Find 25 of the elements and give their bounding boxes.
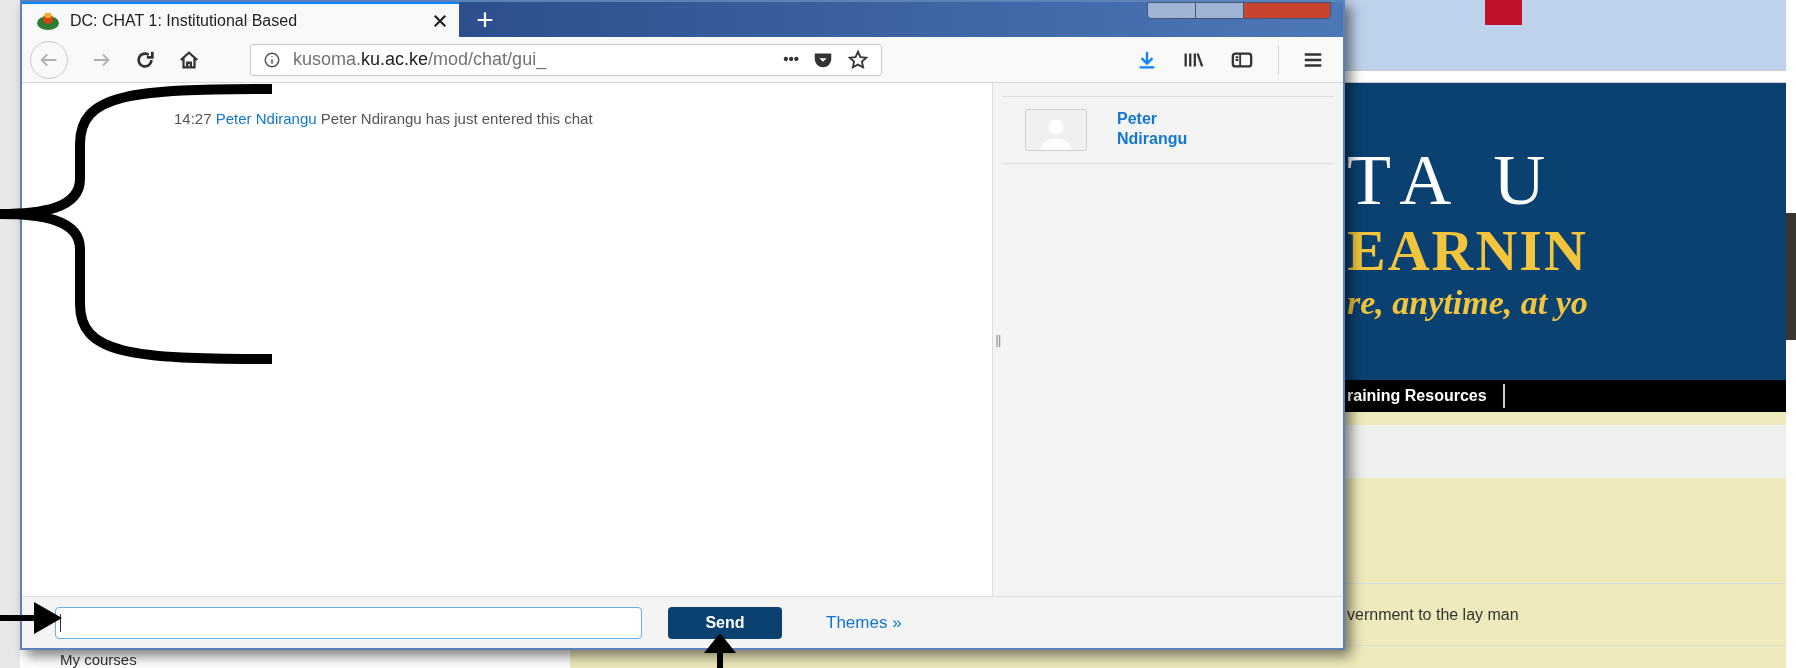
page-actions-button[interactable]: ••• <box>783 48 799 71</box>
new-tab-button[interactable]: + <box>465 2 505 37</box>
send-button[interactable]: Send <box>668 606 782 639</box>
arrow-annotation <box>702 633 738 668</box>
user-link[interactable]: Peter Ndirangu <box>215 110 317 127</box>
banner-title: TA U <box>1347 143 1561 216</box>
star-icon[interactable] <box>847 48 869 71</box>
arrow-annotation <box>0 600 62 636</box>
minimize-button[interactable] <box>1148 3 1196 18</box>
tab-marker <box>1485 0 1522 25</box>
avatar-icon <box>1025 109 1087 151</box>
sidebar-item[interactable]: My courses <box>60 651 137 668</box>
banner-tagline: re, anytime, at yo <box>1347 285 1589 320</box>
message-input[interactable] <box>55 606 642 639</box>
info-icon[interactable] <box>263 50 281 69</box>
user-name-link[interactable]: Peter Ndirangu <box>1117 109 1227 149</box>
browser-tab[interactable]: DC: CHAT 1: Institutional Based <box>22 2 459 37</box>
url-text: kusoma.ku.ac.ke/mod/chat/gui_ <box>293 48 548 72</box>
tab-title: DC: CHAT 1: Institutional Based <box>70 10 299 31</box>
site-logo-icon <box>36 10 60 31</box>
banner-subtitle: EARNIN <box>1347 221 1589 280</box>
themes-link[interactable]: Themes » <box>826 609 902 636</box>
address-bar[interactable]: kusoma.ku.ac.ke/mod/chat/gui_ ••• <box>250 43 882 76</box>
chat-message: 14:27 Peter Ndirangu Peter Ndirangu has just entered this chat <box>174 109 594 129</box>
course-text: vernment to the lay man <box>1347 604 1519 625</box>
